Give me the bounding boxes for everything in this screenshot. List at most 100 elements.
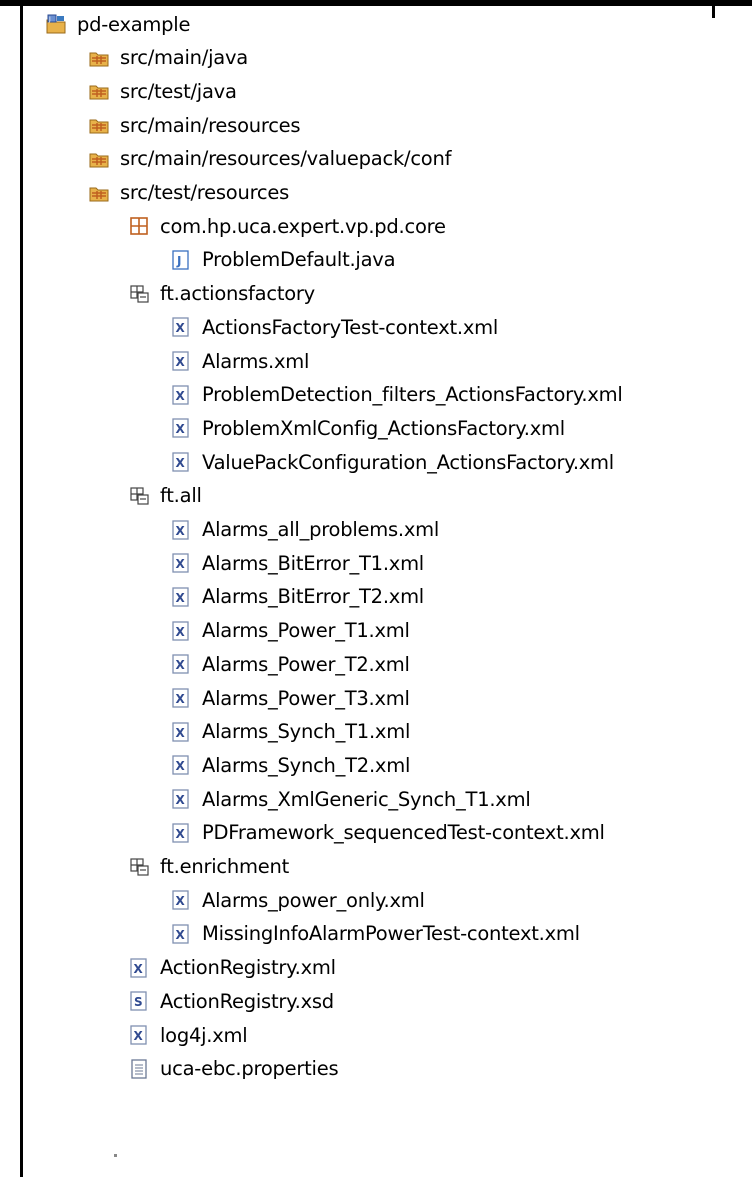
tree-item-label: Alarms_Power_T2.xml: [202, 652, 410, 676]
xml-file-icon: X: [170, 350, 192, 372]
tree-item[interactable]: X MissingInfoAlarmPowerTest-context.xml: [170, 918, 580, 950]
tree-item[interactable]: X PDFramework_sequencedTest-context.xml: [170, 817, 605, 849]
tree-item[interactable]: X ActionRegistry.xml: [128, 952, 336, 984]
svg-text:X: X: [176, 625, 186, 639]
svg-text:X: X: [176, 524, 186, 538]
xml-file-icon: X: [170, 316, 192, 338]
tree-item[interactable]: src/test/resources: [88, 177, 289, 209]
tree-item[interactable]: src/test/java: [88, 75, 237, 107]
tree-item-label: Alarms_all_problems.xml: [202, 518, 440, 541]
xml-file-icon: X: [170, 586, 192, 608]
tree-item[interactable]: X Alarms_BitError_T2.xml: [170, 581, 424, 613]
tree-item-label: pd-example: [77, 12, 191, 36]
svg-text:X: X: [176, 928, 186, 942]
tree-item[interactable]: J pd-example: [45, 8, 190, 40]
xml-file-icon: X: [170, 417, 192, 439]
tree-item-label: Alarms_Synch_T1.xml: [202, 720, 411, 744]
tree-item-label: src/main/java: [120, 46, 248, 70]
svg-text:J: J: [176, 254, 181, 268]
tree-item-label: ft.all: [160, 484, 202, 508]
tree-item[interactable]: X Alarms_Synch_T1.xml: [170, 716, 410, 748]
xml-file-icon: X: [170, 889, 192, 911]
tree-item-label: com.hp.uca.expert.vp.pd.core: [160, 214, 446, 238]
tree-item[interactable]: X ActionsFactoryTest-context.xml: [170, 311, 498, 343]
tree-item[interactable]: X Alarms_XmlGeneric_Synch_T1.xml: [170, 783, 531, 815]
project-explorer-tree: J pd-example src/main/java src/test/java…: [0, 0, 752, 1177]
xml-file-icon: X: [128, 1024, 150, 1046]
tree-item[interactable]: X Alarms_Synch_T2.xml: [170, 749, 410, 781]
xsd-file-icon: S: [128, 990, 150, 1012]
xml-file-icon: X: [170, 822, 192, 844]
xml-file-icon: X: [170, 384, 192, 406]
tree-item[interactable]: uca-ebc.properties: [128, 1053, 339, 1085]
svg-text:X: X: [134, 1029, 144, 1043]
svg-text:X: X: [176, 389, 186, 403]
tree-item-label: ValuePackConfiguration_ActionsFactory.xm…: [202, 450, 614, 474]
xml-file-icon: X: [170, 451, 192, 473]
svg-text:X: X: [176, 692, 186, 706]
tree-item[interactable]: src/main/resources: [88, 109, 301, 141]
tree-item[interactable]: ft.actionsfactory: [128, 278, 315, 310]
source-folder-icon: [88, 47, 110, 69]
xml-file-icon: X: [170, 552, 192, 574]
xml-file-icon: X: [170, 687, 192, 709]
tree-item[interactable]: X Alarms_BitError_T1.xml: [170, 547, 424, 579]
source-folder-icon: [88, 148, 110, 170]
svg-text:X: X: [176, 422, 186, 436]
tree-item-label: Alarms_XmlGeneric_Synch_T1.xml: [202, 787, 531, 811]
tree-item[interactable]: X ValuePackConfiguration_ActionsFactory.…: [170, 446, 614, 478]
svg-text:X: X: [134, 962, 144, 976]
tree-item-label: MissingInfoAlarmPowerTest-context.xml: [202, 922, 580, 946]
folder-package-icon: [128, 283, 150, 305]
tree-item-label: ActionRegistry.xml: [160, 956, 336, 980]
tree-item[interactable]: ft.enrichment: [128, 851, 289, 883]
tree-item[interactable]: X Alarms_power_only.xml: [170, 884, 425, 916]
xml-file-icon: X: [170, 788, 192, 810]
svg-text:X: X: [176, 456, 186, 470]
tree-item[interactable]: src/main/resources/valuepack/conf: [88, 143, 451, 175]
tree-item-label: ProblemXmlConfig_ActionsFactory.xml: [202, 416, 565, 440]
java-file-icon: J: [170, 249, 192, 271]
tree-item-label: Alarms.xml: [202, 349, 310, 373]
xml-file-icon: X: [170, 519, 192, 541]
tree-item-label: Alarms_Power_T3.xml: [202, 686, 410, 710]
tree-item[interactable]: X ProblemXmlConfig_ActionsFactory.xml: [170, 412, 565, 444]
svg-text:X: X: [176, 591, 186, 605]
tree-item[interactable]: X Alarms_Power_T1.xml: [170, 615, 410, 647]
tree-item-label: log4j.xml: [160, 1023, 248, 1047]
stray-dot: [114, 1154, 117, 1157]
tree-item-label: Alarms_power_only.xml: [202, 888, 425, 912]
tree-item[interactable]: X Alarms_all_problems.xml: [170, 514, 439, 546]
tree-item-label: Alarms_Power_T1.xml: [202, 619, 410, 643]
tree-item[interactable]: src/main/java: [88, 42, 248, 74]
tree-item[interactable]: J ProblemDefault.java: [170, 244, 396, 276]
xml-file-icon: X: [170, 653, 192, 675]
svg-text:X: X: [176, 355, 186, 369]
source-folder-icon: [88, 182, 110, 204]
tree-item[interactable]: com.hp.uca.expert.vp.pd.core: [128, 210, 446, 242]
source-folder-icon: [88, 114, 110, 136]
tree-item-label: uca-ebc.properties: [160, 1057, 339, 1081]
svg-text:S: S: [134, 995, 142, 1009]
tree-item[interactable]: ft.all: [128, 480, 202, 512]
tree-item[interactable]: X Alarms_Power_T2.xml: [170, 648, 410, 680]
tree-item-label: ProblemDetection_filters_ActionsFactory.…: [202, 383, 623, 407]
xml-file-icon: X: [170, 923, 192, 945]
svg-text:X: X: [176, 321, 186, 335]
tree-item[interactable]: X ProblemDetection_filters_ActionsFactor…: [170, 379, 623, 411]
tree-item[interactable]: S ActionRegistry.xsd: [128, 985, 334, 1017]
properties-file-icon: [128, 1058, 150, 1080]
package-icon: [128, 215, 150, 237]
svg-text:X: X: [176, 759, 186, 773]
tree-item-label: Alarms_BitError_T2.xml: [202, 585, 424, 609]
tree-item[interactable]: X Alarms_Power_T3.xml: [170, 682, 410, 714]
project-icon: J: [45, 13, 67, 35]
tree-item[interactable]: X log4j.xml: [128, 1019, 248, 1051]
folder-package-icon: [128, 485, 150, 507]
tree-item[interactable]: X Alarms.xml: [170, 345, 309, 377]
tree-item-label: PDFramework_sequencedTest-context.xml: [202, 821, 605, 845]
svg-text:X: X: [176, 557, 186, 571]
tree-item-label: Alarms_Synch_T2.xml: [202, 753, 411, 777]
xml-file-icon: X: [170, 754, 192, 776]
xml-file-icon: X: [170, 721, 192, 743]
